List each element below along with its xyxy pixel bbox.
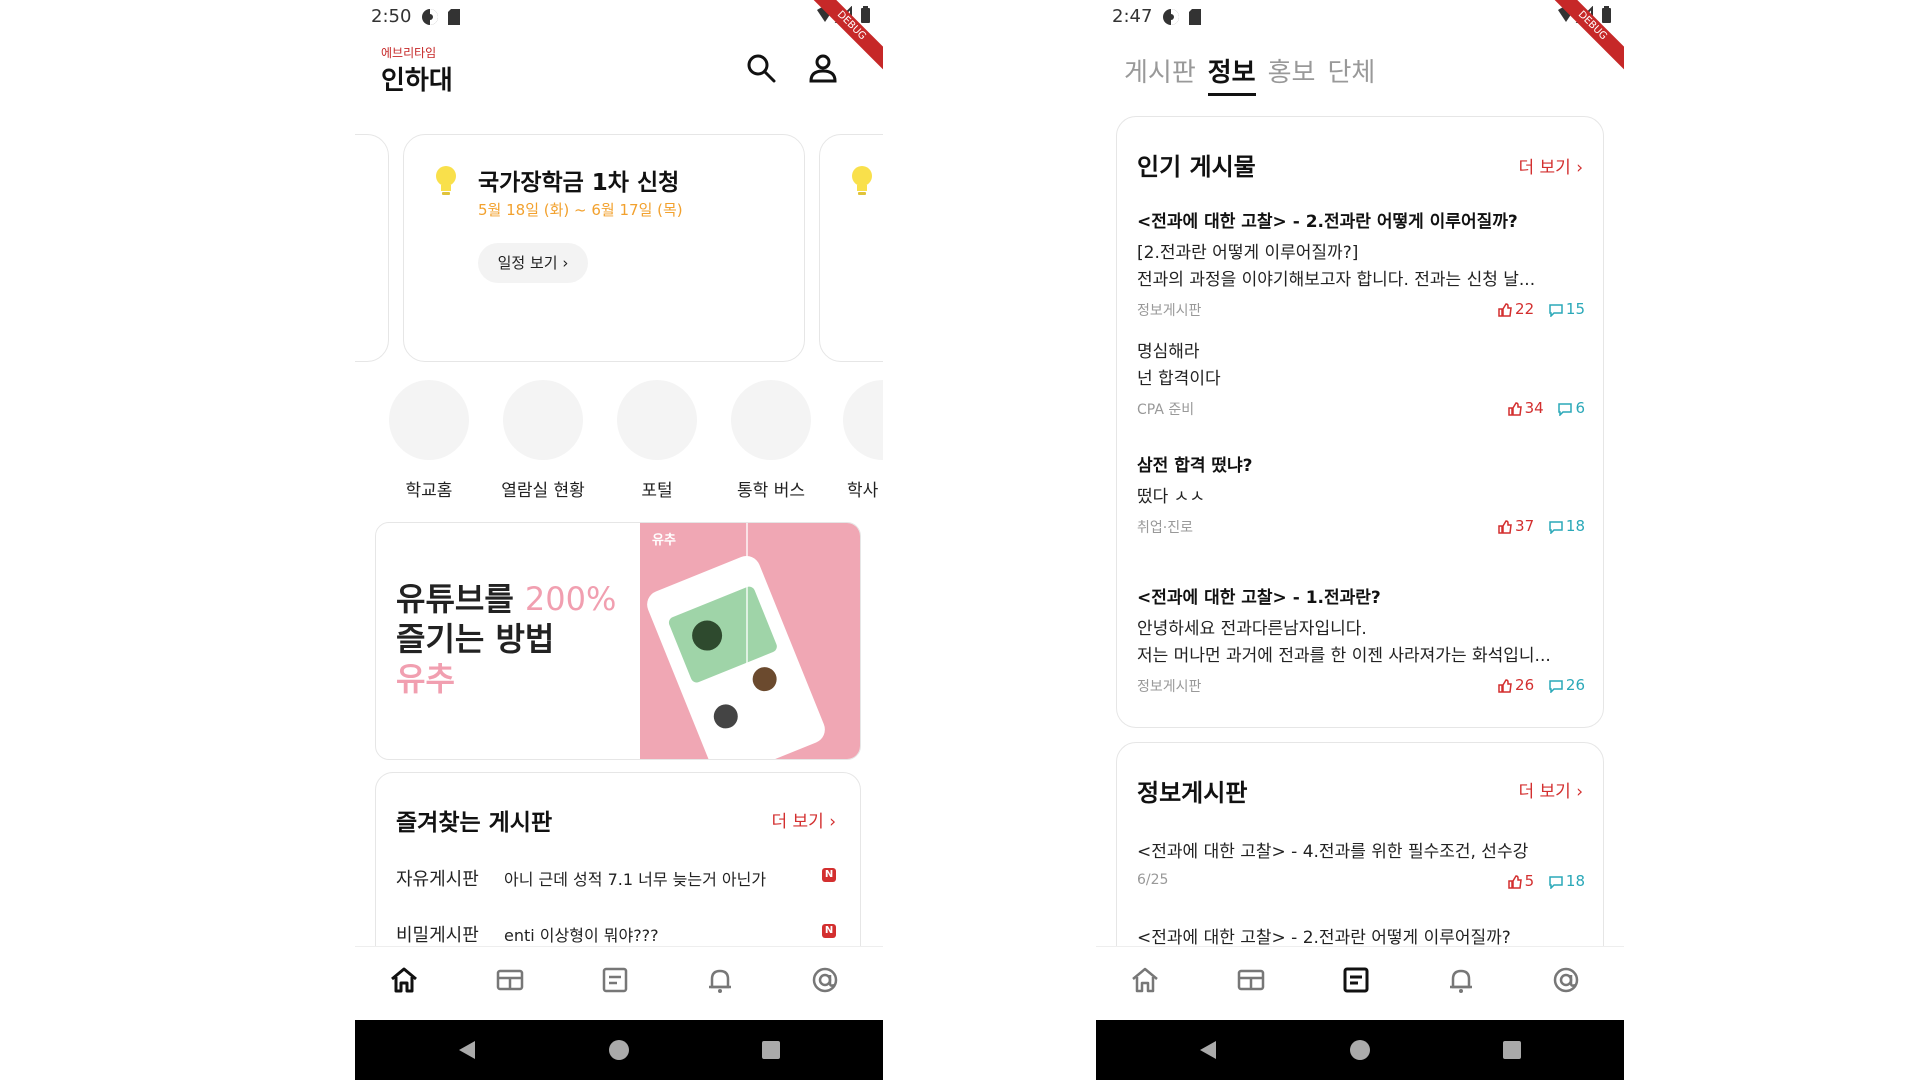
info-board-post[interactable]: <전과에 대한 고찰> - 2.전과란 어떻게 이루어질까? [1137, 925, 1585, 946]
tab-promotion[interactable]: 홍보 [1268, 52, 1316, 93]
info-board-title: 정보게시판 [1137, 779, 1248, 807]
school-title: 인하대 [381, 66, 453, 96]
info-board-more-link[interactable]: 더 보기 › [1518, 777, 1583, 802]
back-icon[interactable] [1196, 1038, 1220, 1066]
tab-info[interactable]: 정보 [1207, 52, 1256, 96]
data-saver-icon [1162, 8, 1180, 30]
board-icon[interactable] [1341, 965, 1381, 1005]
phone-mockup-image [642, 551, 830, 759]
tab-group[interactable]: 단체 [1327, 52, 1375, 93]
comment-icon [1549, 520, 1563, 534]
info-board-post[interactable]: <전과에 대한 고찰> - 4.전과를 위한 필수조건, 선수강 6/25 5 … [1137, 839, 1585, 892]
board-icon[interactable] [600, 965, 640, 1005]
home-icon[interactable] [1130, 965, 1170, 1005]
lightbulb-icon [434, 165, 458, 201]
at-sign-icon[interactable] [810, 965, 850, 1005]
status-time: 2:50 [371, 6, 412, 27]
info-content[interactable]: 게시판 정보 홍보 단체 인기 게시물 더 보기 › <전과에 대한 고찰> - 2.… [1096, 34, 1624, 946]
schedule-date: 5월 18일 (화) ~ 6월 17일 (목) [478, 201, 683, 219]
phone-screen-home: 2:50 DEBUG 에브리타임 인하대 국가장학금 1차 신청 5월 18일 … [355, 0, 883, 1080]
popular-post[interactable]: 삼전 합격 떴냐? 떴다 ㅅㅅ 취업·진로 37 18 [1137, 451, 1585, 537]
quick-link-circle [503, 380, 583, 460]
home-button-icon[interactable] [1348, 1038, 1372, 1066]
system-nav-bar [355, 1020, 883, 1080]
tab-board[interactable]: 게시판 [1124, 52, 1196, 93]
home-icon[interactable] [389, 965, 429, 1005]
thumbs-up-icon [1498, 302, 1512, 317]
comment-icon [1549, 875, 1563, 889]
recents-icon[interactable] [1500, 1038, 1524, 1066]
popular-posts-title: 인기 게시물 [1137, 153, 1256, 181]
status-bar: 2:47 [1096, 0, 1624, 34]
quick-link-circle [731, 380, 811, 460]
quick-link-portal[interactable]: 포털 [607, 380, 707, 501]
quick-link-school-home[interactable]: 학교홈 [379, 380, 479, 501]
banner-text: 유튜브를 200% 즐기는 방법 유추 [396, 580, 617, 698]
bell-icon[interactable] [705, 965, 745, 1005]
popular-post[interactable]: <전과에 대한 고찰> - 2.전과란 어떻게 이루어질까? [2.전과란 어떻… [1137, 207, 1585, 320]
quick-link-circle [843, 380, 883, 460]
app-subtitle: 에브리타임 [381, 46, 437, 60]
sd-card-icon [447, 8, 461, 30]
new-badge: N [822, 868, 836, 882]
home-content[interactable]: 에브리타임 인하대 국가장학금 1차 신청 5월 18일 (화) ~ 6월 17… [355, 34, 883, 946]
info-board-card: 정보게시판 더 보기 › <전과에 대한 고찰> - 4.전과를 위한 필수조건… [1116, 742, 1604, 946]
quick-link-shuttle-bus[interactable]: 통학 버스 [721, 380, 821, 501]
search-icon[interactable] [745, 52, 777, 88]
home-button-icon[interactable] [607, 1038, 631, 1066]
phone-screen-info: 2:47 DEBUG 게시판 정보 홍보 단체 인기 게시물 더 보기 › <전… [1096, 0, 1624, 1080]
profile-icon[interactable] [807, 52, 839, 88]
popular-more-link[interactable]: 더 보기 › [1518, 153, 1583, 178]
favorites-more-link[interactable]: 더 보기 › [771, 807, 836, 832]
comment-icon [1549, 303, 1563, 317]
thumbs-up-icon [1498, 678, 1512, 693]
thumbs-up-icon [1507, 401, 1522, 416]
timetable-icon[interactable] [495, 965, 535, 1005]
sd-card-icon [1188, 8, 1202, 30]
popular-post[interactable]: <전과에 대한 고찰> - 1.전과란? 안녕하세요 전과다른남자입니다. 저는… [1137, 583, 1585, 696]
at-sign-icon[interactable] [1551, 965, 1591, 1005]
schedule-card-next[interactable] [819, 134, 883, 362]
quick-link-circle [389, 380, 469, 460]
timetable-icon[interactable] [1236, 965, 1276, 1005]
schedule-card[interactable]: 국가장학금 1차 신청 5월 18일 (화) ~ 6월 17일 (목) 일정 보… [403, 134, 805, 362]
system-nav-bar [1096, 1020, 1624, 1080]
popular-posts-card: 인기 게시물 더 보기 › <전과에 대한 고찰> - 2.전과란 어떻게 이루… [1116, 116, 1604, 728]
favorite-row[interactable]: 비밀게시판 enti 이상형이 뭐야??? N [396, 921, 836, 946]
bottom-nav [355, 946, 883, 1021]
data-saver-icon [421, 8, 439, 30]
banner-image: 유추 [640, 523, 860, 759]
favorite-row[interactable]: 자유게시판 아니 근데 성적 7.1 너무 늦는거 아닌가 N [396, 865, 836, 891]
status-time: 2:47 [1112, 6, 1153, 27]
schedule-title: 국가장학금 1차 신청 [478, 170, 680, 196]
status-bar: 2:50 [355, 0, 883, 34]
favorite-boards-title: 즐겨찾는 게시판 [396, 810, 553, 836]
recents-icon[interactable] [759, 1038, 783, 1066]
bell-icon[interactable] [1446, 965, 1486, 1005]
lightbulb-icon [850, 165, 874, 201]
comment-icon [1549, 679, 1563, 693]
comment-icon [1558, 402, 1573, 416]
favorite-boards-card: 즐겨찾는 게시판 더 보기 › 자유게시판 아니 근데 성적 7.1 너무 늦는거… [375, 772, 861, 946]
popular-post[interactable]: 명심해라 넌 합격이다 CPA 준비 34 6 [1137, 339, 1585, 419]
ad-banner[interactable]: 유튜브를 200% 즐기는 방법 유추 유추 [375, 522, 861, 760]
bottom-nav [1096, 946, 1624, 1021]
quick-link-circle [617, 380, 697, 460]
schedule-card-prev[interactable] [355, 134, 389, 362]
view-schedule-button[interactable]: 일정 보기 › [478, 243, 588, 283]
quick-link-academic[interactable]: 학사 [833, 380, 883, 501]
back-icon[interactable] [455, 1038, 479, 1066]
top-tabs: 게시판 정보 홍보 단체 [1124, 52, 1387, 96]
new-badge: N [822, 924, 836, 938]
thumbs-up-icon [1498, 519, 1512, 534]
quick-link-reading-room[interactable]: 열람실 현황 [493, 380, 593, 501]
thumbs-up-icon [1507, 874, 1522, 889]
